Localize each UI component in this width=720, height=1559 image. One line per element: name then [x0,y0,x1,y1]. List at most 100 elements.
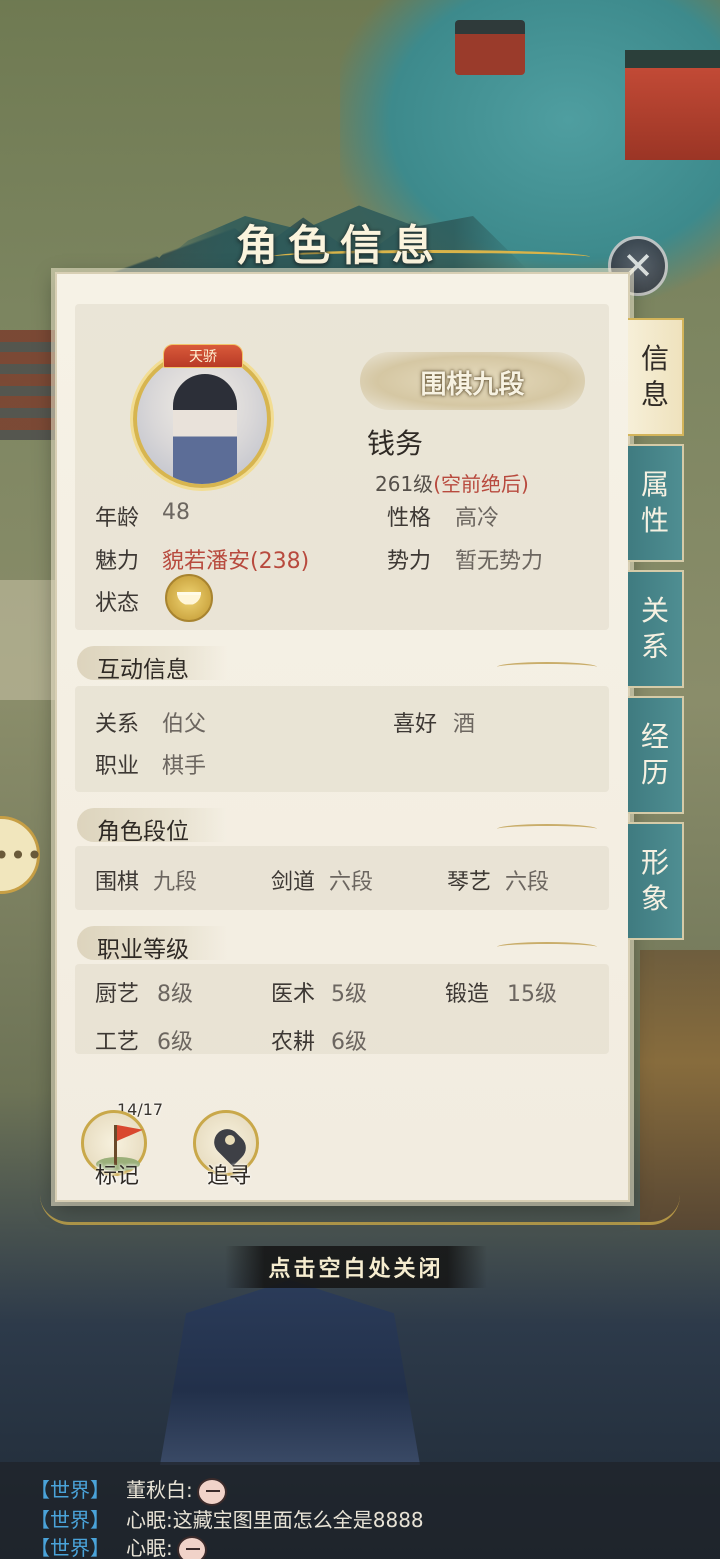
section-ranks-title: 角色段位 [97,819,189,845]
profile-card: 天骄 围棋九段 钱务 261级(空前绝后) 年龄 48 性格 高冷 魅力 貌若潘… [75,304,609,630]
job-level-label: 农耕 [271,1030,316,1055]
page-title: 角色信息 [235,221,444,270]
job-level-value: 8级 [157,982,193,1007]
personality-label: 性格 [387,506,432,531]
character-level: 261级(空前绝后) [375,468,529,497]
chat-user: 心眠: [126,1536,173,1559]
mark-button[interactable]: 标记 [77,1100,157,1200]
sticker-emoji-icon [196,1477,227,1506]
tab-char: 关 [640,594,669,627]
section-swirl-decor [497,942,597,952]
flag-icon [117,1125,143,1141]
status-bowl-button[interactable] [165,574,213,622]
ranks-card: 围棋 九段 剑道 六段 琴艺 六段 [75,846,609,910]
sticker-emoji-icon [176,1535,207,1559]
close-hint-text: 点击空白处关闭 [268,1256,444,1282]
faction-label: 势力 [387,549,432,574]
background-road [0,580,60,700]
age-value: 48 [162,500,190,525]
chat-bubble-button[interactable]: ••• [0,816,43,894]
age-label: 年龄 [95,506,140,531]
charm-value: 貌若潘安(238) [162,549,310,574]
rank-label: 剑道 [271,870,316,895]
tab-info[interactable]: 信 息 [628,318,684,436]
chat-channel: 【世界】 [30,1508,110,1532]
chat-message: 这藏宝图里面怎么全是8888 [172,1508,424,1532]
section-interaction-title: 互动信息 [97,657,189,683]
hobby-value: 酒 [453,712,476,737]
background-pavilion [455,20,525,75]
rank-value: 六段 [329,870,374,895]
avatar-figure [173,374,237,484]
level-title: (空前绝后) [433,472,529,496]
section-swirl-decor [497,662,597,672]
job-value: 棋手 [162,754,207,779]
bowl-icon [177,591,201,605]
job-level-value: 15级 [507,982,557,1007]
rank-value: 九段 [153,870,198,895]
rank-badge-text: 围棋九段 [420,370,525,400]
chat-channel: 【世界】 [30,1536,110,1559]
job-level-value: 5级 [331,982,367,1007]
tab-char: 历 [640,756,669,789]
avatar [133,350,271,488]
location-pin-dot [225,1135,235,1145]
chat-user: 董秋白: [126,1478,193,1502]
job-level-label: 厨艺 [95,982,140,1007]
character-name: 钱务 [367,427,424,460]
personality-value: 高冷 [455,506,500,531]
chat-line: 【世界】 董秋白: [30,1474,227,1506]
chat-icon: ••• [0,838,43,872]
tab-char: 象 [640,882,669,915]
job-label: 职业 [95,754,140,779]
tab-char: 经 [640,720,669,753]
tab-char: 形 [640,846,669,879]
title-ribbon: 天骄 [163,344,243,368]
title-banner: 角色信息 [150,190,590,280]
section-job-levels-header: 职业等级 [77,926,597,963]
close-hint-button[interactable]: 点击空白处关闭 [225,1246,487,1288]
hobby-label: 喜好 [393,712,438,737]
rank-label: 围棋 [95,870,140,895]
tab-appearance[interactable]: 形 象 [628,822,684,940]
tab-char: 属 [640,468,669,501]
rank-label: 琴艺 [447,870,492,895]
tab-char: 息 [640,378,669,411]
tab-char: 信 [640,342,669,375]
relation-value: 伯父 [162,712,207,737]
chat-user: 心眠: [126,1508,173,1532]
tab-relations[interactable]: 关 系 [628,570,684,688]
track-button[interactable]: 追寻 [189,1100,269,1200]
world-chat[interactable]: 【世界】 董秋白: 【世界】 心眠:这藏宝图里面怎么全是8888 【世界】 心眠: [0,1462,720,1559]
level-value: 261级 [375,472,434,496]
section-interaction-header: 互动信息 [77,646,597,683]
background-palace [625,50,720,160]
character-info-panel: 天骄 围棋九段 钱务 261级(空前绝后) 年龄 48 性格 高冷 魅力 貌若潘… [55,272,630,1202]
job-level-label: 锻造 [445,982,490,1007]
track-label: 追寻 [206,1164,251,1189]
job-level-value: 6级 [331,1030,367,1055]
chat-line: 【世界】 心眠:这藏宝图里面怎么全是8888 [30,1504,424,1534]
tab-char: 系 [640,630,669,663]
job-level-label: 工艺 [95,1030,140,1055]
background-temple [160,1280,420,1465]
background-houses [0,330,55,440]
tab-history[interactable]: 经 历 [628,696,684,814]
section-job-levels-title: 职业等级 [97,937,189,963]
section-ranks-header: 角色段位 [77,808,597,845]
job-level-label: 医术 [271,982,316,1007]
job-levels-card: 厨艺 8级 医术 5级 锻造 15级 工艺 6级 农耕 6级 [75,964,609,1055]
interaction-card: 关系 伯父 喜好 酒 职业 棋手 [75,686,609,792]
mark-label: 标记 [94,1164,139,1189]
section-swirl-decor [497,824,597,834]
faction-value: 暂无势力 [455,549,544,574]
tab-attributes[interactable]: 属 性 [628,444,684,562]
rank-value: 六段 [505,870,550,895]
tab-char: 性 [640,504,669,537]
chat-line: 【世界】 心眠: [30,1532,207,1559]
chat-channel: 【世界】 [30,1478,110,1502]
rank-badge: 围棋九段 [360,352,585,410]
background-market [640,950,720,1230]
relation-label: 关系 [95,712,140,737]
status-label: 状态 [95,591,140,616]
